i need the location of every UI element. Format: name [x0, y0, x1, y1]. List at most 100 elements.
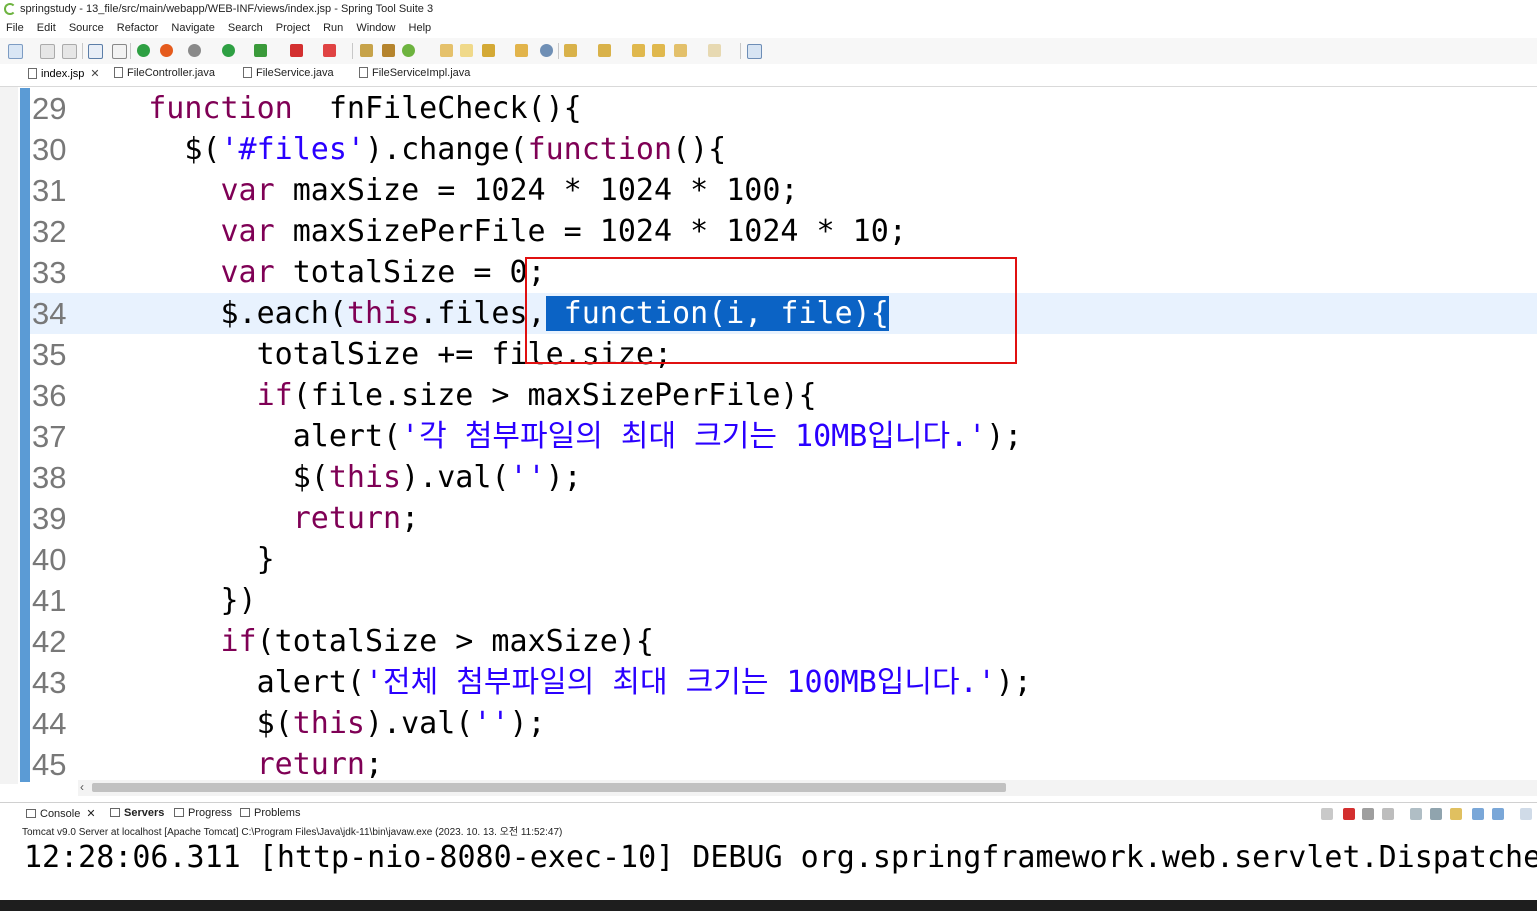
line-number: 38: [32, 460, 67, 495]
save-icon[interactable]: [40, 44, 55, 59]
tab-index-jsp[interactable]: index.jsp ✕: [28, 67, 100, 84]
code-token: alert(: [76, 419, 402, 454]
tab-file-service[interactable]: FileService.java: [243, 67, 334, 84]
code-line[interactable]: 45 return;: [30, 744, 1537, 780]
line-number: 31: [32, 173, 67, 208]
code-line[interactable]: 34 $.each(this.files, function(i, file){: [30, 293, 1537, 334]
close-icon[interactable]: ✕: [90, 68, 99, 80]
tab-file-controller[interactable]: FileController.java: [114, 67, 215, 84]
code-line[interactable]: 39 return;: [30, 498, 1537, 539]
code-token: (){: [672, 132, 727, 167]
code-line[interactable]: 37 alert('각 첨부파일의 최대 크기는 10MB입니다.');: [30, 416, 1537, 457]
scrollbar-thumb[interactable]: [92, 783, 1006, 792]
code-line[interactable]: 36 if(file.size > maxSizePerFile){: [30, 375, 1537, 416]
history-icon[interactable]: [652, 44, 665, 57]
code-line[interactable]: 30 $('#files').change(function(){: [30, 129, 1537, 170]
open-file-icon[interactable]: [460, 44, 473, 57]
spring-icon[interactable]: [402, 44, 415, 57]
forward-icon[interactable]: [708, 44, 721, 57]
tab-console[interactable]: Console ✕: [26, 807, 96, 820]
open-perspective-icon[interactable]: [747, 44, 762, 59]
code-token: totalSize += file.size;: [76, 337, 673, 372]
remove-all-terminated-icon[interactable]: [1362, 808, 1374, 820]
previous-annotation-icon[interactable]: [598, 44, 611, 57]
code-line[interactable]: 31 var maxSize = 1024 * 1024 * 100;: [30, 170, 1537, 211]
code-line[interactable]: 41 }): [30, 580, 1537, 621]
next-annotation-icon[interactable]: [564, 44, 577, 57]
code-token: totalSize = 0;: [274, 255, 546, 290]
code-line[interactable]: 33 var totalSize = 0;: [30, 252, 1537, 293]
menu-project[interactable]: Project: [272, 20, 314, 36]
save-all-icon[interactable]: [62, 44, 77, 59]
menu-window[interactable]: Window: [352, 20, 399, 36]
code-line[interactable]: 29 function fnFileCheck(){: [30, 88, 1537, 129]
skip-breakpoints-icon[interactable]: [112, 44, 127, 59]
code-line[interactable]: 43 alert('전체 첨부파일의 최대 크기는 100MB입니다.');: [30, 662, 1537, 703]
open-type-icon[interactable]: [360, 44, 373, 57]
java-file-icon: [359, 67, 368, 78]
close-icon[interactable]: ✕: [86, 808, 95, 820]
word-wrap-icon[interactable]: [1430, 808, 1442, 820]
minimize-icon[interactable]: [1520, 808, 1532, 820]
console-output[interactable]: 12:28:06.311 [http-nio-8080-exec-10] DEB…: [0, 838, 1537, 900]
tab-problems[interactable]: Problems: [240, 807, 300, 819]
remove-all-icon[interactable]: [1382, 808, 1394, 820]
scroll-lock-icon[interactable]: [1410, 808, 1422, 820]
open-console-icon[interactable]: [1492, 808, 1504, 820]
code-token: );: [545, 460, 582, 495]
open-task-icon[interactable]: [382, 44, 395, 57]
keyword-token: function: [148, 91, 293, 126]
run-icon[interactable]: [222, 44, 235, 57]
start-server-icon[interactable]: [137, 44, 150, 57]
code-line[interactable]: 40 }: [30, 539, 1537, 580]
tab-label: FileService.java: [256, 67, 334, 79]
menu-refactor[interactable]: Refactor: [113, 20, 163, 36]
string-token: '#files': [220, 132, 366, 167]
back-icon[interactable]: [674, 44, 687, 57]
java-file-icon: [114, 67, 123, 78]
menu-help[interactable]: Help: [405, 20, 436, 36]
menu-run[interactable]: Run: [319, 20, 347, 36]
debug-icon[interactable]: [188, 44, 201, 57]
stop-icon[interactable]: [290, 44, 303, 57]
menu-navigate[interactable]: Navigate: [167, 20, 218, 36]
console-icon: [26, 809, 36, 818]
tab-servers[interactable]: Servers: [110, 807, 164, 819]
new-icon[interactable]: [8, 44, 23, 59]
open-folder-icon[interactable]: [440, 44, 453, 57]
code-text: function fnFileCheck(){: [76, 88, 581, 129]
scroll-left-arrow-icon[interactable]: ‹: [80, 780, 84, 794]
menu-search[interactable]: Search: [224, 20, 267, 36]
tab-file-service-impl[interactable]: FileServiceImpl.java: [359, 67, 470, 84]
window-title: springstudy - 13_file/src/main/webapp/WE…: [20, 3, 434, 15]
globe-icon[interactable]: [540, 44, 553, 57]
code-editor[interactable]: 29 function fnFileCheck(){30 $('#files')…: [30, 88, 1537, 780]
console-view-icon[interactable]: [88, 44, 103, 59]
last-edit-icon[interactable]: [632, 44, 645, 57]
horizontal-scrollbar[interactable]: ‹: [78, 780, 1537, 796]
remove-launch-icon[interactable]: [1321, 808, 1333, 820]
code-line[interactable]: 38 $(this).val('');: [30, 457, 1537, 498]
code-line[interactable]: 42 if(totalSize > maxSize){: [30, 621, 1537, 662]
pin-console-icon[interactable]: [1450, 808, 1462, 820]
code-line[interactable]: 35 totalSize += file.size;: [30, 334, 1537, 375]
terminate-icon[interactable]: [1343, 808, 1355, 820]
tab-progress[interactable]: Progress: [174, 807, 232, 819]
os-taskbar: [0, 900, 1537, 911]
refresh-icon[interactable]: [160, 44, 173, 57]
pen-icon[interactable]: [482, 44, 495, 57]
menu-source[interactable]: Source: [65, 20, 108, 36]
display-selected-console-icon[interactable]: [1472, 808, 1484, 820]
code-token: $(: [76, 132, 221, 167]
menu-file[interactable]: File: [2, 20, 28, 36]
package-icon[interactable]: [515, 44, 528, 57]
new-server-icon[interactable]: [323, 44, 336, 57]
line-number: 29: [32, 91, 67, 126]
code-line[interactable]: 32 var maxSizePerFile = 1024 * 1024 * 10…: [30, 211, 1537, 252]
code-line[interactable]: 44 $(this).val('');: [30, 703, 1537, 744]
external-tools-icon[interactable]: [254, 44, 267, 57]
code-token: $(: [76, 460, 329, 495]
menu-edit[interactable]: Edit: [33, 20, 60, 36]
